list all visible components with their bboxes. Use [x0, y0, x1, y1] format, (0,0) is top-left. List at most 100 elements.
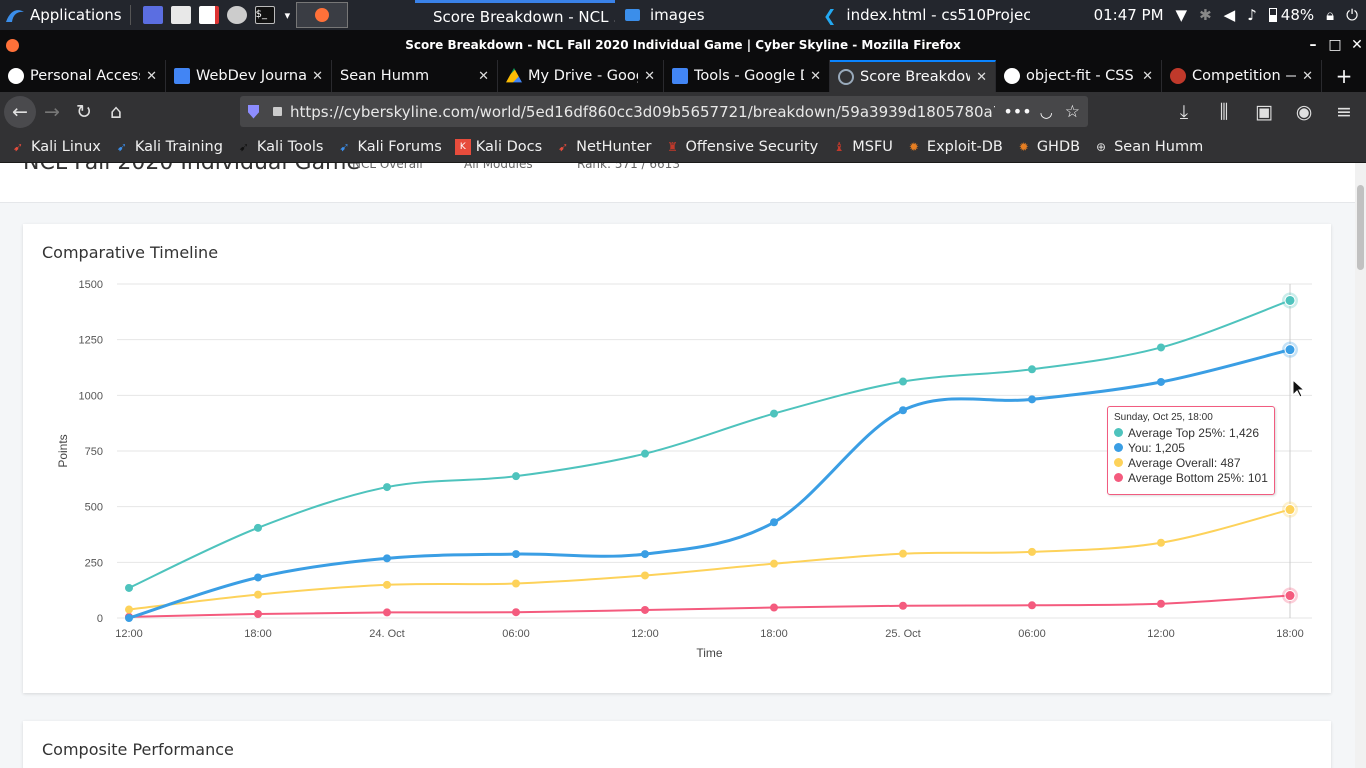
game-header: NCL Fall 2020 Individual Game NCL Overal… [0, 163, 1355, 203]
tooltip-row: You: 1,205 [1114, 440, 1268, 455]
data-point [254, 609, 262, 618]
back-button[interactable]: ← [4, 96, 36, 128]
wifi-icon[interactable]: ▼ [1176, 6, 1188, 24]
close-icon[interactable]: ✕ [1346, 30, 1366, 60]
downloads-icon[interactable]: ⤓ [1168, 96, 1200, 128]
power-icon[interactable]: ⏻ [1346, 6, 1358, 24]
taskbar-item-label: index.html - cs510Projec... [846, 6, 1030, 24]
tab-competition[interactable]: Competition — ✕ [1162, 60, 1322, 92]
close-tab-icon[interactable]: ✕ [1302, 69, 1313, 84]
filter-modules[interactable]: All Modules [464, 163, 533, 171]
sidebar-icon[interactable]: ▣ [1248, 96, 1280, 128]
home-button[interactable]: ⌂ [100, 96, 132, 128]
maximize-icon[interactable]: □ [1324, 30, 1346, 60]
library-icon[interactable]: ⫼ [1208, 96, 1240, 128]
close-tab-icon[interactable]: ✕ [146, 69, 157, 84]
tab-score-breakdown[interactable]: Score Breakdow ✕ [830, 60, 996, 92]
bookmark-exploit-db[interactable]: ✹ Exploit-DB [906, 139, 1003, 155]
tab-object-fit[interactable]: object-fit - CSS ✕ [996, 60, 1162, 92]
vscode-icon: ❮ [823, 5, 837, 25]
url-bar[interactable]: https://cyberskyline.com/world/5ed16df86… [240, 96, 1088, 127]
tracking-shield-icon[interactable] [248, 104, 259, 119]
workspace-icon[interactable] [142, 6, 163, 24]
forward-button[interactable]: → [36, 96, 68, 128]
data-point [1284, 344, 1296, 356]
data-point [1028, 365, 1036, 374]
bookmark-offensive-security[interactable]: ♜ Offensive Security [664, 139, 818, 155]
applications-menu[interactable]: Applications [0, 0, 122, 30]
page-actions-icon[interactable]: ••• [1003, 102, 1031, 121]
battery-indicator[interactable]: 48% [1268, 6, 1314, 24]
bookmark-msfu[interactable]: ♝ MSFU [831, 139, 893, 155]
minimize-icon[interactable]: – [1302, 30, 1324, 60]
kali-icon: ➹ [238, 140, 249, 154]
text-editor-icon[interactable] [198, 6, 219, 24]
x-tick-label: 12:00 [1147, 628, 1175, 640]
tab-my-drive[interactable]: My Drive - Goog ✕ [498, 60, 664, 92]
url-text[interactable]: https://cyberskyline.com/world/5ed16df86… [290, 103, 995, 121]
lock-icon[interactable]: 🔒︎ [1326, 6, 1334, 24]
plus-icon: + [1335, 64, 1353, 88]
tab-webdev-journal[interactable]: WebDev Journal ✕ [166, 60, 332, 92]
taskbar-item-folder[interactable]: images [617, 0, 807, 30]
filter-overall[interactable]: NCL Overall [352, 163, 423, 171]
tab-personal-access[interactable]: Personal Access ✕ [0, 60, 166, 92]
pocket-icon[interactable]: ◡ [1040, 103, 1053, 121]
exploitdb-icon: ✹ [1018, 140, 1029, 154]
hamburger-menu-icon[interactable]: ≡ [1328, 96, 1360, 128]
bookmark-label: Kali Linux [31, 139, 101, 155]
bookmark-ghdb[interactable]: ✹ GHDB [1016, 139, 1080, 155]
close-tab-icon[interactable]: ✕ [976, 70, 987, 85]
folder-icon [625, 9, 640, 21]
bookmark-sean-humm[interactable]: ⊕ Sean Humm [1093, 139, 1203, 155]
bluetooth-off-icon[interactable]: ✱ [1199, 6, 1212, 24]
account-icon[interactable]: ◉ [1288, 96, 1320, 128]
data-point [125, 583, 133, 592]
composite-card: Composite Performance [23, 721, 1331, 768]
file-manager-icon[interactable] [170, 6, 191, 24]
bookmark-star-icon[interactable]: ☆ [1065, 102, 1080, 122]
chevron-down-icon[interactable]: ▾ [285, 9, 291, 22]
globe-icon: ⊕ [1096, 140, 1107, 154]
tab-label: Score Breakdow [860, 69, 971, 85]
close-tab-icon[interactable]: ✕ [312, 69, 323, 84]
tab-label: WebDev Journal [196, 68, 307, 84]
x-tick-label: 25. Oct [885, 628, 920, 640]
data-point [1157, 599, 1165, 608]
close-tab-icon[interactable]: ✕ [810, 69, 821, 84]
close-tab-icon[interactable]: ✕ [478, 69, 489, 84]
page-content: NCL Fall 2020 Individual Game NCL Overal… [0, 163, 1355, 768]
system-tray: 01:47 PM ▼ ✱ ◀ ♪ 48% 🔒︎ ⏻ [1094, 0, 1366, 30]
taskbar-item-vscode[interactable]: ❮ index.html - cs510Projec... [815, 0, 1030, 30]
drive-icon [506, 68, 522, 83]
bookmark-nethunter[interactable]: ➹ NetHunter [555, 139, 651, 155]
scrollbar-thumb[interactable] [1357, 185, 1364, 270]
notification-bell-icon[interactable]: ♪ [1247, 6, 1257, 24]
page-scrollbar[interactable] [1355, 163, 1366, 768]
taskbar-item-firefox[interactable]: Score Breakdown - NCL ... [415, 0, 615, 30]
bookmark-kali-forums[interactable]: ➹ Kali Forums [336, 139, 441, 155]
close-tab-icon[interactable]: ✕ [644, 69, 655, 84]
volume-icon[interactable]: ◀ [1224, 6, 1236, 24]
y-axis-title: Points [56, 434, 70, 467]
clock[interactable]: 01:47 PM [1094, 6, 1164, 24]
browser-globe-icon[interactable] [226, 6, 247, 24]
tab-sean-humm[interactable]: Sean Humm ✕ [332, 60, 498, 92]
firefox-launcher[interactable] [296, 2, 349, 28]
navigation-toolbar: ← → ↻ ⌂ https://cyberskyline.com/world/5… [0, 92, 1366, 132]
bookmark-kali-training[interactable]: ➹ Kali Training [114, 139, 223, 155]
bookmark-kali-linux[interactable]: ➹ Kali Linux [10, 139, 101, 155]
series-dot [1114, 428, 1123, 437]
new-tab-button[interactable]: + [1322, 60, 1366, 92]
bookmark-label: Kali Tools [256, 139, 324, 155]
reload-button[interactable]: ↻ [68, 96, 100, 128]
bookmark-kali-docs[interactable]: K Kali Docs [454, 139, 542, 155]
series-dot [1114, 458, 1123, 467]
tab-tools-google-docs[interactable]: Tools - Google D ✕ [664, 60, 830, 92]
ncl-icon [1170, 68, 1186, 84]
padlock-icon[interactable] [273, 107, 282, 116]
bookmark-kali-tools[interactable]: ➹ Kali Tools [236, 139, 324, 155]
close-tab-icon[interactable]: ✕ [1142, 69, 1153, 84]
terminal-icon[interactable]: $_ [254, 6, 275, 24]
kali-icon: ➹ [339, 140, 350, 154]
